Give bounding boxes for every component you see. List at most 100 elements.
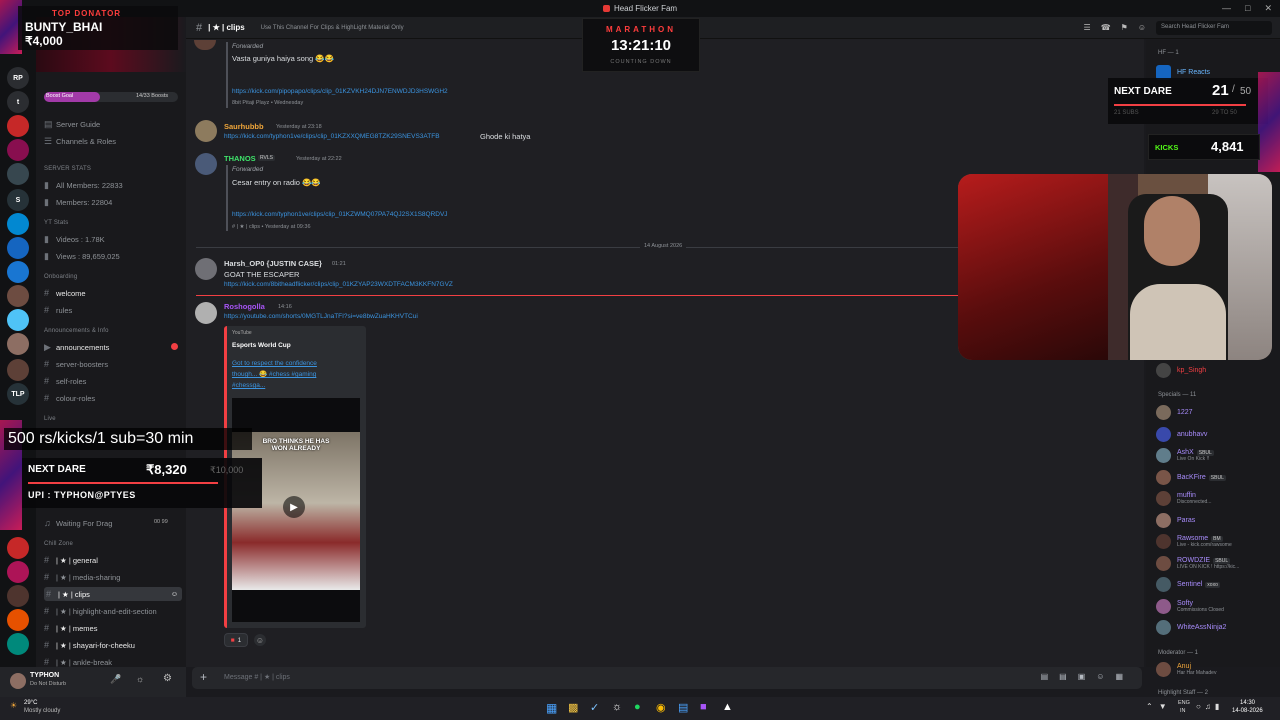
channel-general[interactable]: # | ★ | general (44, 555, 98, 565)
play-icon[interactable]: ▶ (283, 496, 305, 518)
server-icon[interactable] (7, 309, 29, 331)
voice-waiting-for-drag[interactable]: ♫ Waiting For Drag (44, 518, 112, 528)
clock-date[interactable]: 14-08-2026 (1232, 708, 1263, 714)
server-icon-tlp[interactable]: TLP (7, 383, 29, 405)
server-icon[interactable] (7, 359, 29, 381)
reaction-chip[interactable]: ■ 1 (224, 633, 248, 647)
member-row[interactable]: ROWDZIE SBUL LIVE ON KICK ! https://kic... (1156, 555, 1239, 571)
plus-icon[interactable]: + (200, 670, 207, 684)
server-icon[interactable] (7, 285, 29, 307)
channel-media-sharing[interactable]: # | ★ | media-sharing (44, 572, 120, 582)
author-name[interactable]: Saurhubbb (224, 122, 264, 131)
avatar[interactable] (195, 258, 217, 280)
message-link[interactable]: https://kick.com/pipopapo/clips/clip_01K… (232, 88, 448, 95)
server-icon[interactable] (7, 213, 29, 235)
channel-rules[interactable]: # rules (44, 305, 72, 315)
lang-1[interactable]: ENG (1178, 700, 1190, 706)
message-link[interactable]: https://kick.com/typhon1ve/clips/clip_01… (224, 133, 440, 140)
member-row[interactable]: anubhavv (1156, 426, 1207, 442)
app-icon[interactable]: ✓ (590, 701, 599, 714)
member-row[interactable]: Sentinel xoxo (1156, 577, 1220, 592)
message-link[interactable]: https://kick.com/8bitheadflicker/clips/c… (224, 281, 453, 288)
chrome-icon[interactable]: ◉ (656, 701, 666, 714)
forward-source[interactable]: 8bit Pitaji Playz • Wednesday (232, 100, 303, 106)
forward-source[interactable]: # | ★ | clips • Yesterday at 09:36 (232, 224, 311, 230)
channel-shayari[interactable]: # | ★ | shayari-for-cheeku (44, 640, 135, 650)
member-row[interactable]: BacKFire SBUL (1156, 469, 1226, 485)
member-anuj[interactable]: Anuj Har Har Mahadev (1156, 662, 1216, 677)
channel-colour-roles[interactable]: # colour-roles (44, 393, 95, 403)
add-member-icon[interactable]: ☺ (171, 591, 178, 598)
server-guide[interactable]: ▤ Server Guide (44, 119, 100, 130)
embed-title[interactable]: Got to respect the confidence though... … (232, 358, 344, 391)
server-icon[interactable] (7, 561, 29, 583)
member-row[interactable]: AshX SBUL Live On Kick !! (1156, 448, 1214, 463)
member-row[interactable]: 1227 (1156, 405, 1193, 420)
server-icon[interactable] (7, 333, 29, 355)
close-button[interactable]: ✕ (1264, 3, 1272, 14)
member-row[interactable]: Paras (1156, 512, 1195, 528)
maximize-button[interactable]: □ (1245, 3, 1250, 14)
discord-icon[interactable]: ■ (700, 701, 707, 713)
headphones-icon[interactable]: ☼ (136, 674, 144, 684)
message-link[interactable]: https://kick.com/typhon1ve/clips/clip_01… (232, 211, 448, 218)
server-icon-rp[interactable]: RP (7, 67, 29, 89)
channel-server-boosters[interactable]: # server-boosters (44, 359, 108, 369)
server-icon[interactable] (7, 163, 29, 185)
server-icon[interactable] (7, 537, 29, 559)
message-composer[interactable]: + Message # | ★ | clips ▤▤▣☺▦ (192, 667, 1142, 689)
author-name[interactable]: Roshogolla (224, 302, 265, 311)
channel-announcements[interactable]: ▶ announcements (44, 342, 109, 353)
server-icon[interactable] (7, 585, 29, 607)
search-input[interactable]: Search Head Flicker Fam (1156, 20, 1272, 35)
server-icon[interactable] (7, 633, 29, 655)
lang-2[interactable]: IN (1180, 708, 1186, 714)
spotify-icon[interactable]: ● (634, 701, 641, 713)
avatar[interactable] (195, 153, 217, 175)
category-server-stats[interactable]: SERVER STATS (44, 166, 91, 172)
clock-time[interactable]: 14:30 (1240, 700, 1255, 706)
message-input[interactable]: Message # | ★ | clips (224, 673, 290, 681)
member-kp-singh[interactable]: kp_Singh (1156, 363, 1206, 378)
category-chill-zone[interactable]: Chill Zone (44, 541, 73, 547)
channel-highlight-edit[interactable]: # | ★ | highlight-and-edit-section (44, 606, 157, 616)
category-onboarding[interactable]: Onboarding (44, 274, 77, 280)
channel-clips[interactable]: # | ★ | clips ☺ (44, 587, 182, 601)
app-icon[interactable]: ▤ (678, 701, 688, 714)
server-icon[interactable] (7, 139, 29, 161)
composer-tools-icon[interactable]: ▤▤▣☺▦ (1041, 672, 1134, 681)
windows-start-icon[interactable]: ▦ (546, 701, 557, 715)
server-icon-t[interactable]: t (7, 91, 29, 113)
category-yt-stats[interactable]: YT Stats (44, 220, 69, 226)
avatar[interactable] (10, 673, 26, 689)
member-row[interactable]: Softy Commissions Closed (1156, 598, 1224, 614)
tray-icons[interactable]: ⌃▼ (1146, 702, 1173, 711)
server-icon[interactable] (7, 115, 29, 137)
network-volume-icons[interactable]: ○♫▮ (1196, 702, 1223, 711)
member-row[interactable]: WhiteAssNinja2 (1156, 620, 1226, 635)
channel-welcome[interactable]: # welcome (44, 288, 86, 298)
member-row[interactable]: Rawsome BM Live - kick.com/rawsome (1156, 534, 1232, 549)
add-reaction-icon[interactable]: ☺ (254, 634, 266, 646)
app-icon[interactable]: ▲ (722, 701, 733, 713)
channels-roles[interactable]: ☰ Channels & Roles (44, 136, 116, 147)
minimize-button[interactable]: — (1222, 3, 1231, 14)
server-icon[interactable] (7, 609, 29, 631)
channel-memes[interactable]: # | ★ | memes (44, 623, 97, 633)
mute-icon[interactable]: 🎤 (110, 674, 121, 685)
message-link[interactable]: https://youtube.com/shorts/0MGTLJnaTFI?s… (224, 313, 418, 320)
member-row[interactable]: muffin Disconnected... (1156, 491, 1211, 506)
file-explorer-icon[interactable]: ▩ (568, 701, 578, 714)
channel-self-roles[interactable]: # self-roles (44, 376, 86, 386)
server-icon-s[interactable]: S (7, 189, 29, 211)
weather-icon[interactable]: ☀ (10, 701, 17, 710)
server-icon[interactable] (7, 237, 29, 259)
avatar[interactable] (195, 120, 217, 142)
author-name[interactable]: Harsh_OP0 {JUSTIN CASE} (224, 259, 322, 268)
author-name[interactable]: THANOS (224, 154, 256, 163)
avatar[interactable] (195, 302, 217, 324)
category-live[interactable]: Live (44, 416, 56, 422)
threads-icon[interactable]: ☰☎⚑☺ (1084, 23, 1156, 32)
server-icon[interactable] (7, 261, 29, 283)
embed-author[interactable]: Esports World Cup (232, 342, 291, 349)
